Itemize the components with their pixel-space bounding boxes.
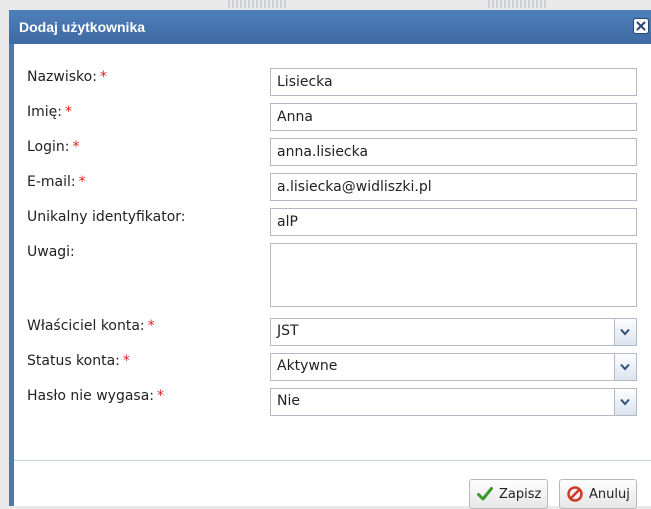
background-text	[488, 0, 548, 8]
notes-label: Uwagi:	[27, 244, 75, 260]
status-select[interactable]: Aktywne	[270, 353, 637, 381]
email-input[interactable]	[270, 173, 637, 201]
chevron-down-icon	[620, 328, 630, 336]
owner-label: Właściciel konta: *	[27, 318, 155, 334]
login-label: Login: *	[27, 139, 80, 155]
surname-label: Nazwisko: *	[27, 69, 107, 85]
status-select-trigger[interactable]	[614, 354, 636, 380]
cancel-icon	[566, 485, 584, 503]
owner-select-value: JST	[277, 323, 299, 339]
add-user-dialog: Dodaj użytkownika Nazwisko:* Imię:* Logi…	[9, 10, 651, 509]
required-marker: *	[72, 139, 80, 155]
first-name-input[interactable]	[270, 103, 637, 131]
required-marker: *	[147, 318, 155, 334]
save-button[interactable]: Zapisz	[469, 479, 548, 509]
owner-select-trigger[interactable]	[614, 319, 636, 345]
first-name-label: Imię: *	[27, 104, 72, 120]
surname-input[interactable]	[270, 68, 637, 96]
dialog-footer: Zapisz Anuluj	[14, 461, 651, 509]
background-text	[228, 0, 288, 8]
close-button[interactable]	[633, 18, 649, 34]
dialog-titlebar[interactable]: Dodaj użytkownika	[9, 10, 651, 44]
email-label: E-mail: *	[27, 174, 86, 190]
checkmark-icon	[476, 485, 494, 503]
close-icon	[636, 21, 646, 31]
dialog-title: Dodaj użytkownika	[19, 19, 146, 35]
unique-id-label: Unikalny identyfikator:	[27, 209, 186, 225]
unique-id-input[interactable]	[270, 208, 637, 236]
required-marker: *	[122, 353, 130, 369]
required-marker: *	[78, 174, 86, 190]
save-button-label: Zapisz	[499, 486, 542, 502]
notes-textarea[interactable]	[270, 243, 637, 307]
status-label: Status konta: *	[27, 353, 130, 369]
status-select-value: Aktywne	[277, 358, 338, 374]
chevron-down-icon	[620, 398, 630, 406]
chevron-down-icon	[620, 363, 630, 371]
required-marker: *	[65, 104, 72, 120]
required-marker: *	[99, 69, 107, 85]
password-never-expires-select-value: Nie	[277, 393, 300, 409]
form-panel: Nazwisko:* Imię:* Login:* E-mail:* Unika…	[14, 44, 651, 461]
cancel-button[interactable]: Anuluj	[559, 479, 637, 509]
required-marker: *	[157, 388, 165, 404]
password-never-expires-select-trigger[interactable]	[614, 389, 636, 415]
password-never-expires-label: Hasło nie wygasa: *	[27, 388, 165, 404]
cancel-button-label: Anuluj	[589, 486, 630, 502]
login-input[interactable]	[270, 138, 637, 166]
password-never-expires-select[interactable]: Nie	[270, 388, 637, 416]
owner-select[interactable]: JST	[270, 318, 637, 346]
